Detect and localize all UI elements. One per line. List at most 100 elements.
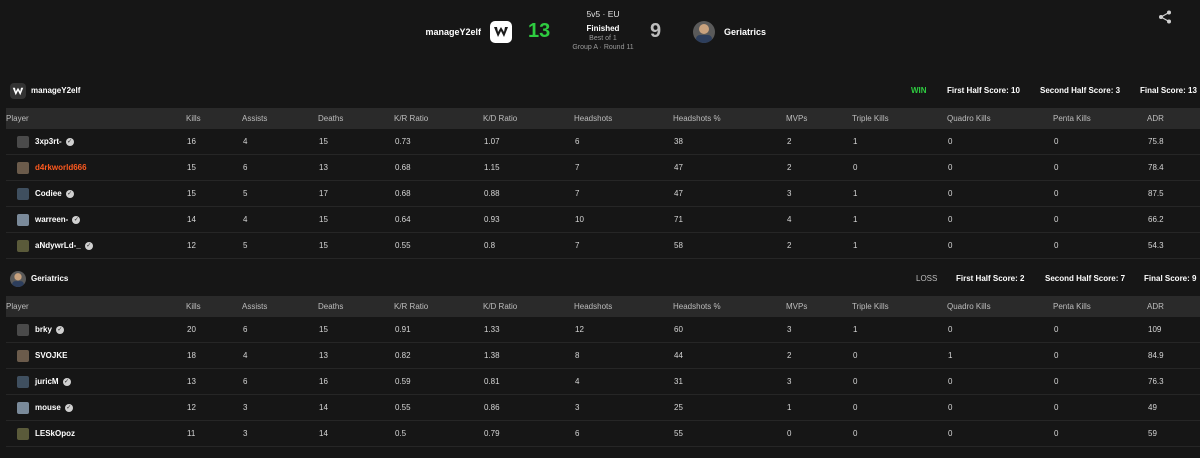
col-adr[interactable]: ADR (1147, 296, 1200, 317)
team-b-name[interactable]: Geriatrics (724, 27, 766, 37)
col-headshots-pct[interactable]: Headshots % (673, 296, 786, 317)
stat-mvps: 2 (786, 154, 852, 181)
col-headshots[interactable]: Headshots (574, 108, 673, 129)
player-avatar[interactable] (17, 349, 29, 362)
team-b-section-name[interactable]: Geriatrics (31, 274, 68, 283)
col-deaths[interactable]: Deaths (318, 296, 394, 317)
col-quadro-kills[interactable]: Quadro Kills (947, 108, 1053, 129)
stat-headshots-pct: 47 (673, 180, 786, 207)
stat-mvps: 3 (786, 317, 852, 343)
team-a-logo[interactable] (490, 21, 512, 43)
player-name[interactable]: warreen- (35, 215, 68, 224)
player-row[interactable]: LESkOpoz 11 3 14 0.5 0.79 6 55 0 0 0 0 59 (6, 420, 1200, 447)
player-avatar[interactable] (17, 135, 29, 148)
player-cell[interactable]: SVOJKE (6, 342, 186, 369)
stat-quadro-kills: 0 (947, 368, 1053, 395)
col-assists[interactable]: Assists (242, 108, 318, 129)
stat-kills: 15 (186, 180, 242, 207)
col-penta-kills[interactable]: Penta Kills (1053, 296, 1147, 317)
col-kd-ratio[interactable]: K/D Ratio (483, 296, 574, 317)
player-avatar[interactable] (17, 427, 29, 440)
team-a-section-name[interactable]: manageY2elf (31, 86, 80, 95)
col-mvps[interactable]: MVPs (786, 108, 852, 129)
player-cell[interactable]: aNdywrLd-_ ✓ (6, 232, 186, 259)
player-name[interactable]: mouse (35, 403, 61, 412)
stat-headshots-pct: 31 (673, 368, 786, 395)
share-icon[interactable] (1158, 10, 1172, 24)
col-player[interactable]: Player (6, 108, 186, 129)
team-b-small-logo-icon (12, 273, 24, 287)
col-headshots[interactable]: Headshots (574, 296, 673, 317)
player-avatar[interactable] (17, 375, 29, 388)
player-avatar[interactable] (17, 239, 29, 252)
col-adr[interactable]: ADR (1147, 108, 1200, 129)
col-kr-ratio[interactable]: K/R Ratio (394, 108, 483, 129)
stat-kr-ratio: 0.68 (394, 180, 483, 207)
stat-assists: 6 (242, 154, 318, 181)
player-avatar[interactable] (17, 323, 29, 336)
stat-assists: 3 (242, 394, 318, 421)
col-kd-ratio[interactable]: K/D Ratio (483, 108, 574, 129)
player-row[interactable]: 3xp3rt- ✓ 16 4 15 0.73 1.07 6 38 2 1 0 0 75.8 (6, 129, 1200, 155)
player-name[interactable]: d4rkworld666 (35, 163, 87, 172)
stat-triple-kills: 0 (852, 368, 947, 395)
col-mvps[interactable]: MVPs (786, 296, 852, 317)
player-avatar[interactable] (17, 187, 29, 200)
stat-assists: 4 (242, 206, 318, 233)
stat-quadro-kills: 0 (947, 180, 1053, 207)
col-player[interactable]: Player (6, 296, 186, 317)
player-avatar[interactable] (17, 161, 29, 174)
player-row[interactable]: Codiee ✓ 15 5 17 0.68 0.88 7 47 3 1 0 0 87.5 (6, 180, 1200, 207)
stat-kd-ratio: 0.93 (483, 206, 574, 233)
player-name[interactable]: juricM (35, 377, 59, 386)
player-cell[interactable]: juricM ✓ (6, 368, 186, 395)
player-cell[interactable]: LESkOpoz (6, 420, 186, 447)
col-assists[interactable]: Assists (242, 296, 318, 317)
player-cell[interactable]: warreen- ✓ (6, 206, 186, 233)
col-kills[interactable]: Kills (186, 108, 242, 129)
player-cell[interactable]: brky ✓ (6, 317, 186, 343)
player-cell[interactable]: mouse ✓ (6, 394, 186, 421)
player-name[interactable]: 3xp3rt- (35, 137, 62, 146)
player-row[interactable]: brky ✓ 20 6 15 0.91 1.33 12 60 3 1 0 0 109 (6, 317, 1200, 343)
col-kr-ratio[interactable]: K/R Ratio (394, 296, 483, 317)
stat-kd-ratio: 0.8 (483, 232, 574, 259)
player-name[interactable]: Codiee (35, 189, 62, 198)
player-name[interactable]: LESkOpoz (35, 429, 75, 438)
col-headshots-pct[interactable]: Headshots % (673, 108, 786, 129)
stat-kills: 15 (186, 154, 242, 181)
player-avatar[interactable] (17, 401, 29, 414)
stat-adr: 84.9 (1147, 342, 1200, 369)
col-deaths[interactable]: Deaths (318, 108, 394, 129)
player-row[interactable]: aNdywrLd-_ ✓ 12 5 15 0.55 0.8 7 58 2 1 0 0 54.3 (6, 232, 1200, 259)
col-quadro-kills[interactable]: Quadro Kills (947, 296, 1053, 317)
col-kills[interactable]: Kills (186, 296, 242, 317)
team-a-name[interactable]: manageY2elf (425, 27, 481, 37)
player-row[interactable]: SVOJKE 18 4 13 0.82 1.38 8 44 2 0 1 0 84.9 (6, 342, 1200, 369)
stat-penta-kills: 0 (1053, 206, 1147, 233)
stat-kr-ratio: 0.82 (394, 342, 483, 369)
col-triple-kills[interactable]: Triple Kills (852, 296, 947, 317)
col-triple-kills[interactable]: Triple Kills (852, 108, 947, 129)
col-penta-kills[interactable]: Penta Kills (1053, 108, 1147, 129)
match-status: Finished (586, 24, 620, 33)
verified-check-icon: ✓ (65, 137, 74, 146)
stat-triple-kills: 1 (852, 129, 947, 155)
player-cell[interactable]: 3xp3rt- ✓ (6, 129, 186, 155)
verified-check-icon: ✓ (55, 325, 64, 334)
player-name[interactable]: SVOJKE (35, 351, 67, 360)
player-cell[interactable]: Codiee ✓ (6, 180, 186, 207)
stat-mvps: 3 (786, 368, 852, 395)
player-row[interactable]: mouse ✓ 12 3 14 0.55 0.86 3 25 1 0 0 0 49 (6, 394, 1200, 421)
player-row[interactable]: juricM ✓ 13 6 16 0.59 0.81 4 31 3 0 0 0 76.3 (6, 368, 1200, 395)
stat-quadro-kills: 0 (947, 317, 1053, 343)
player-avatar[interactable] (17, 213, 29, 226)
team-a-final-score: Final Score: 13 (1140, 86, 1197, 95)
player-row[interactable]: d4rkworld666 15 6 13 0.68 1.15 7 47 2 0 0 0 78.4 (6, 154, 1200, 181)
player-row[interactable]: warreen- ✓ 14 4 15 0.64 0.93 10 71 4 1 0 0 66.2 (6, 206, 1200, 233)
team-b-logo[interactable] (693, 21, 715, 43)
player-cell[interactable]: d4rkworld666 (6, 154, 186, 181)
stat-quadro-kills: 0 (947, 394, 1053, 421)
player-name[interactable]: aNdywrLd-_ (35, 241, 81, 250)
player-name[interactable]: brky (35, 325, 52, 334)
